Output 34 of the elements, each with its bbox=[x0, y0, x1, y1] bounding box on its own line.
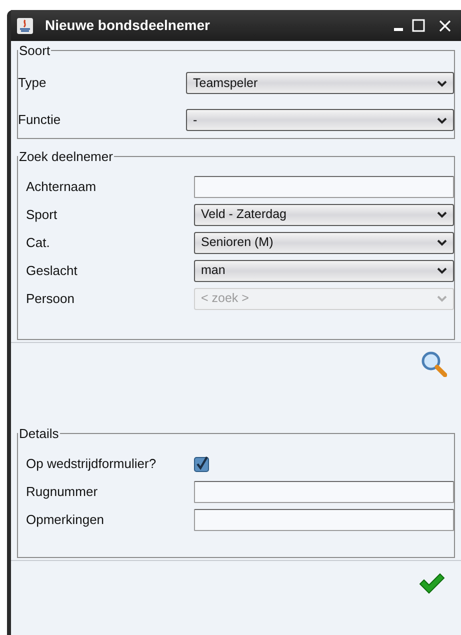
window-title: Nieuwe bondsdeelnemer bbox=[45, 16, 211, 35]
dropdown[interactable]: man bbox=[194, 260, 454, 282]
dropdown[interactable]: Teamspeler bbox=[186, 72, 454, 94]
checkbox[interactable] bbox=[194, 456, 210, 472]
chevron-down-icon bbox=[437, 80, 447, 86]
group-title: Soort bbox=[18, 42, 52, 60]
app-icon bbox=[17, 18, 33, 34]
search-icon[interactable] bbox=[421, 351, 447, 377]
chevron-down-icon bbox=[437, 295, 447, 302]
dropdown[interactable]: Veld - Zaterdag bbox=[194, 204, 454, 226]
field-label: Cat. bbox=[26, 234, 51, 252]
dropdown[interactable]: - bbox=[186, 109, 454, 131]
group-title: Details bbox=[18, 425, 60, 443]
input-field[interactable] bbox=[194, 480, 454, 502]
field-label: Rugnummer bbox=[26, 482, 99, 501]
field-label: Persoon bbox=[26, 290, 76, 308]
field-label: Op wedstrijdformulier? bbox=[26, 454, 158, 473]
close-icon[interactable] bbox=[439, 20, 451, 32]
field-label: Sport bbox=[26, 206, 58, 224]
input-field[interactable] bbox=[194, 176, 454, 198]
field-label: Geslacht bbox=[26, 262, 78, 280]
field-label: Type bbox=[18, 74, 48, 92]
chevron-down-icon bbox=[437, 267, 447, 274]
checkmark-icon[interactable] bbox=[419, 573, 445, 595]
chevron-down-icon bbox=[437, 239, 447, 246]
input-field[interactable] bbox=[194, 508, 454, 530]
field-label: Achternaam bbox=[26, 178, 98, 196]
chevron-down-icon bbox=[437, 116, 447, 124]
field-label: Opmerkingen bbox=[26, 510, 106, 529]
field-label: Functie bbox=[18, 111, 62, 130]
dropdown[interactable]: Senioren (M) bbox=[194, 232, 454, 254]
group-title: Zoek deelnemer bbox=[18, 148, 114, 166]
maximize-icon[interactable] bbox=[412, 19, 425, 32]
chevron-down-icon bbox=[437, 211, 447, 218]
